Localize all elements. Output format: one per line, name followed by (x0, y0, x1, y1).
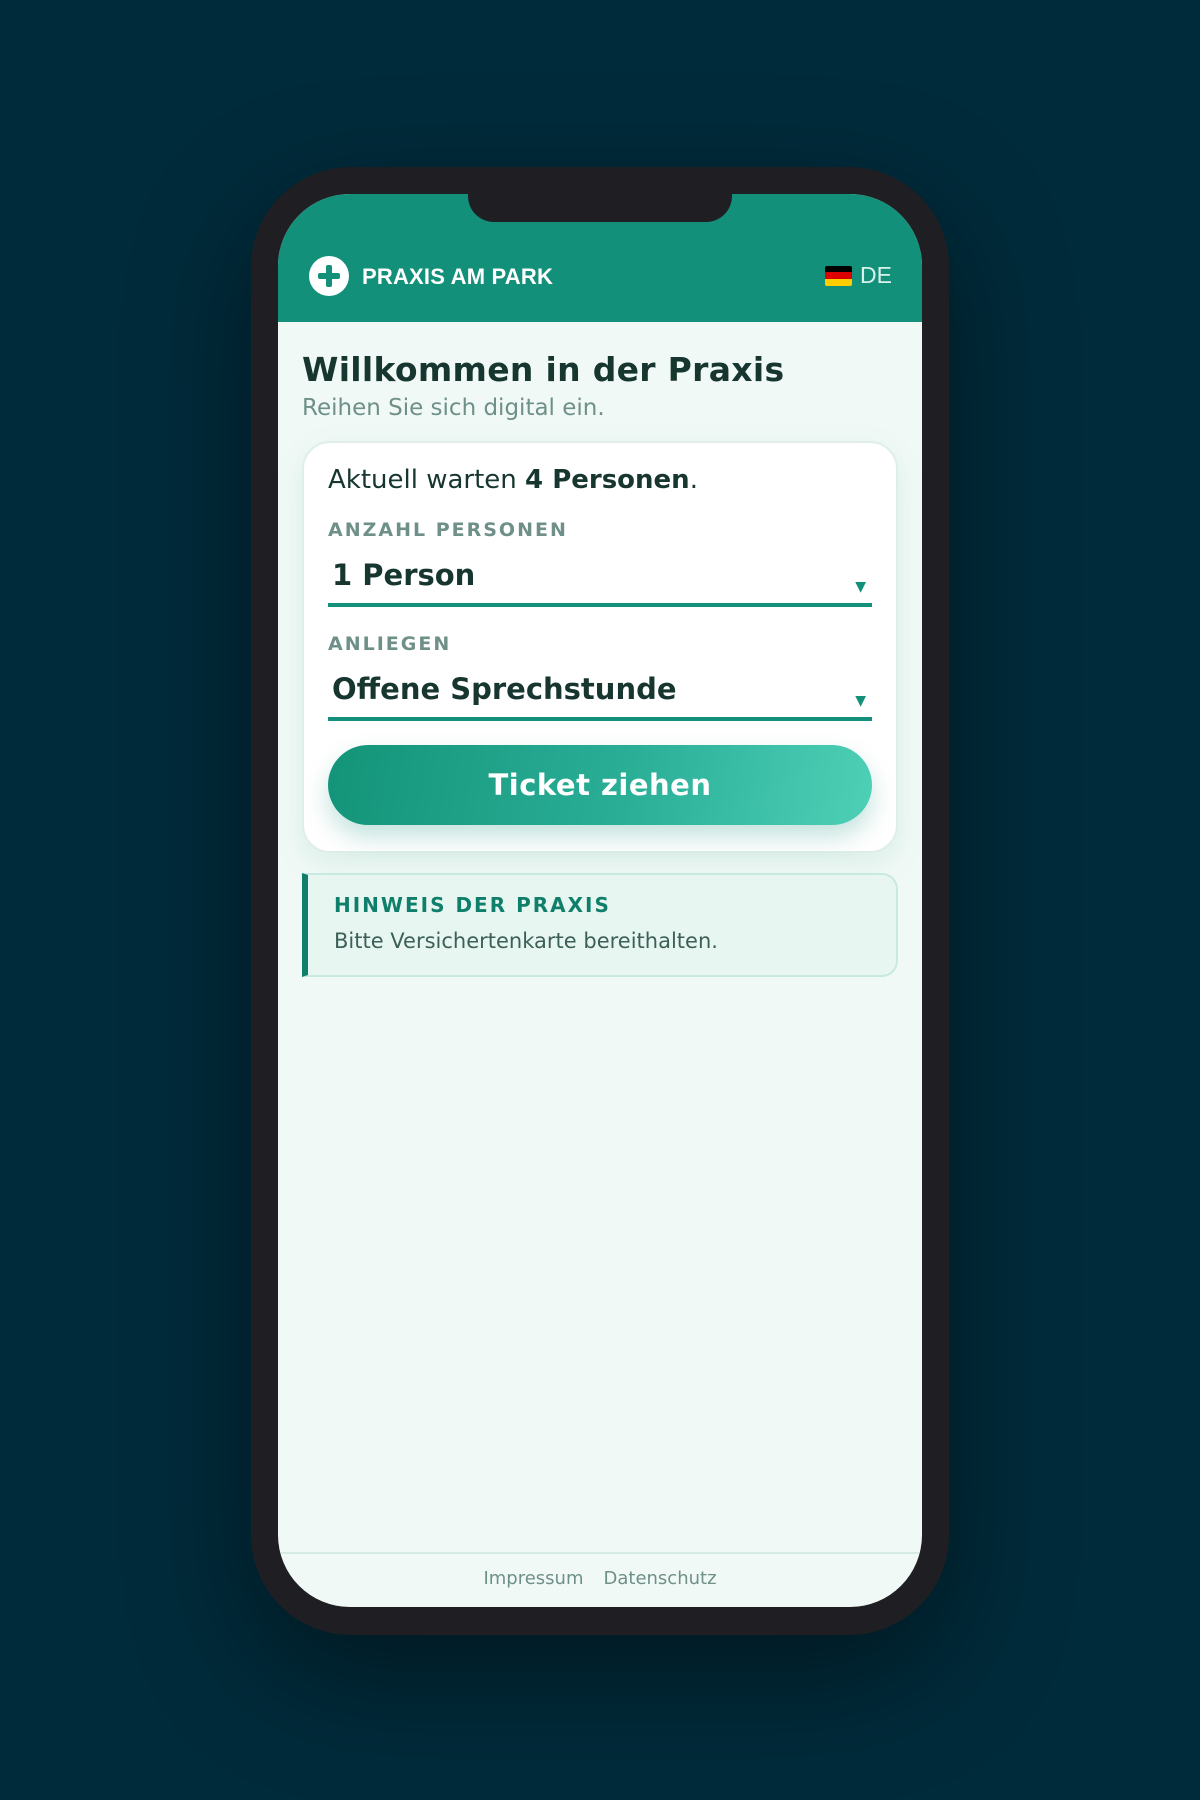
page-title: Willkommen in der Praxis (302, 350, 785, 389)
waiting-status: Aktuell warten 4 Personen. (328, 465, 872, 495)
main-content: Willkommen in der Praxis Reihen Sie sich… (302, 322, 898, 977)
notice-title: HINWEIS DER PRAXIS (334, 893, 611, 917)
persons-select-value: 1 Person (332, 558, 476, 592)
language-label: DE (860, 262, 892, 288)
phone-screen: PRAXIS AM PARK DE Willkommen in der Prax… (278, 194, 922, 1607)
footer: Impressum Datenschutz (278, 1552, 922, 1589)
concern-select-value: Offene Sprechstunde (332, 672, 677, 706)
impressum-link[interactable]: Impressum (483, 1568, 583, 1589)
persons-select[interactable]: 1 Person ▼ (328, 555, 872, 607)
ticket-button[interactable]: Ticket ziehen (328, 745, 872, 825)
datenschutz-link[interactable]: Datenschutz (604, 1568, 717, 1589)
notice-text: Bitte Versichertenkarte bereithalten. (334, 929, 718, 953)
chevron-down-icon: ▼ (855, 693, 866, 709)
persons-label: ANZAHL PERSONEN (328, 519, 568, 541)
language-switcher[interactable]: DE (825, 262, 892, 289)
concern-label: ANLIEGEN (328, 633, 452, 655)
phone-notch (468, 194, 732, 222)
page-subtitle: Reihen Sie sich digital ein. (302, 395, 605, 421)
plus-circle-icon (309, 256, 349, 296)
waiting-prefix: Aktuell warten (328, 465, 526, 495)
practice-notice: HINWEIS DER PRAXIS Bitte Versichertenkar… (302, 873, 898, 977)
concern-select[interactable]: Offene Sprechstunde ▼ (328, 669, 872, 721)
brand-name: PRAXIS AM PARK (362, 264, 554, 289)
german-flag-icon (825, 265, 853, 286)
waiting-count: 4 Personen (525, 465, 690, 495)
waiting-suffix: . (689, 465, 698, 495)
queue-card: Aktuell warten 4 Personen. ANZAHL PERSON… (302, 441, 898, 853)
chevron-down-icon: ▼ (855, 579, 866, 595)
